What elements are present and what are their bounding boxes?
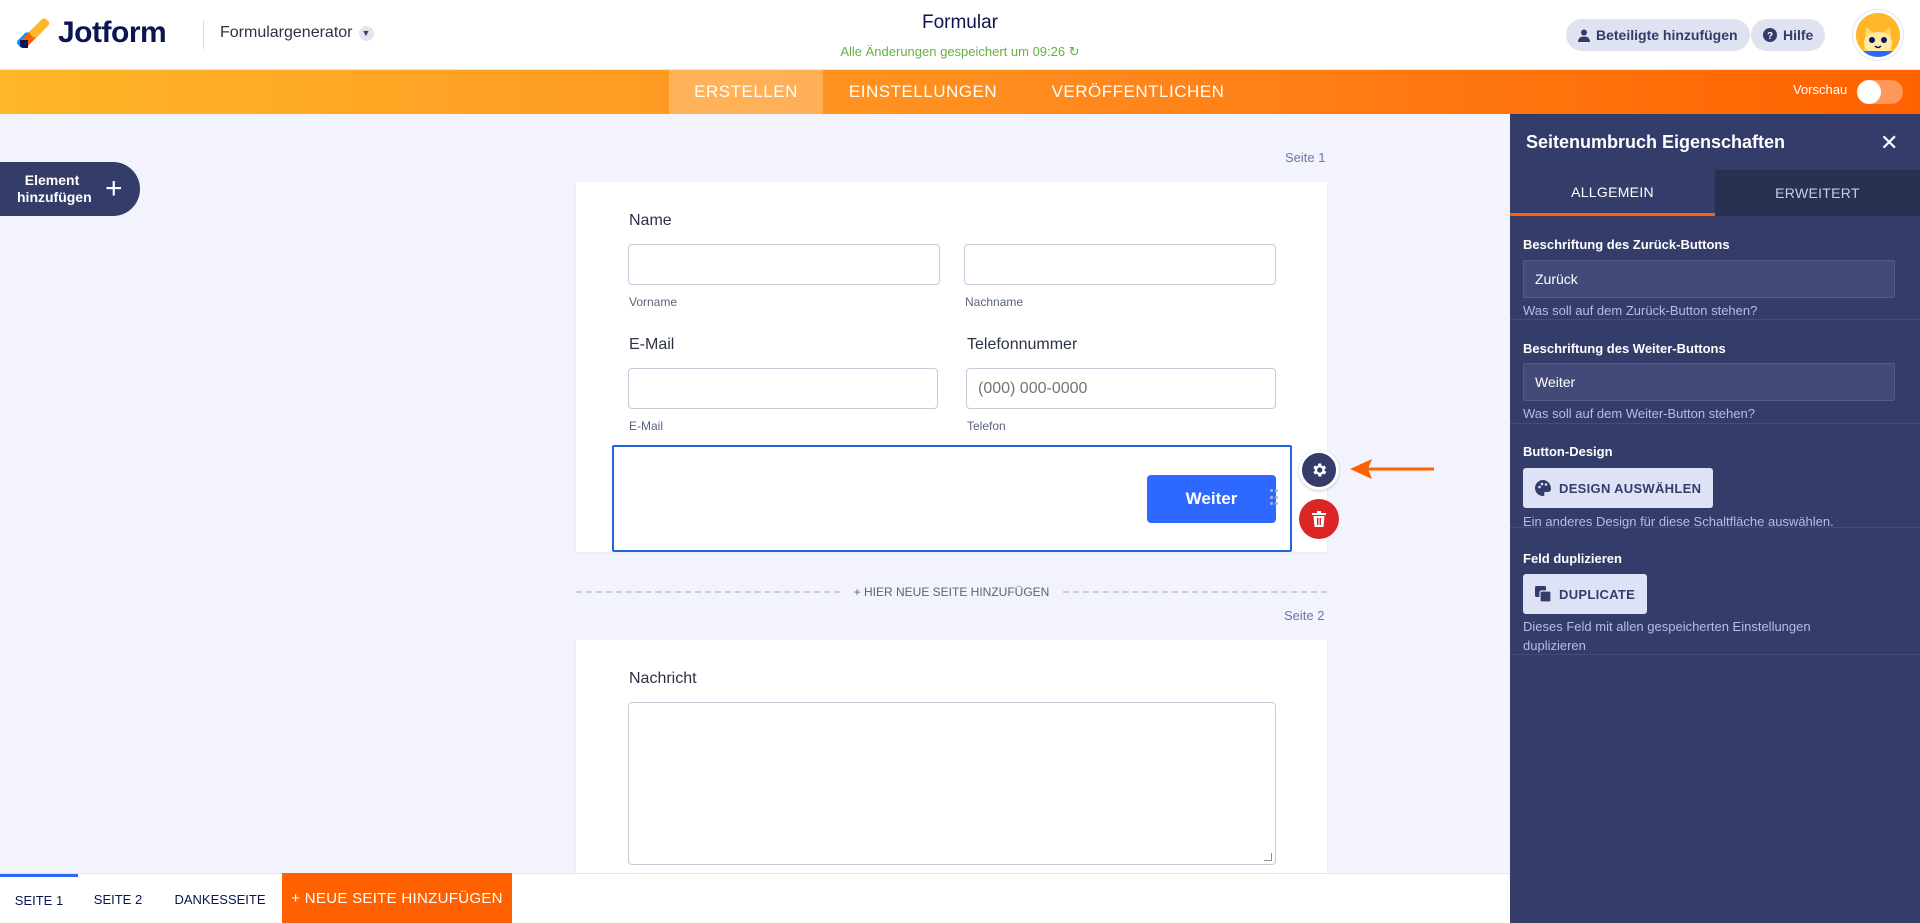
palette-icon [1535, 480, 1551, 496]
select-design-button[interactable]: DESIGN AUSWÄHLEN [1523, 468, 1714, 508]
save-status-text: Alle Änderungen gespeichert um 09:26 [840, 44, 1066, 59]
page-tab-2[interactable]: SEITE 2 [78, 874, 158, 923]
next-label-heading: Beschriftung des Weiter-Buttons [1523, 341, 1726, 356]
properties-panel: Seitenumbruch Eigenschaften ✕ ALLGEMEIN … [1510, 114, 1920, 923]
invite-label: Beteiligte hinzufügen [1596, 27, 1738, 43]
first-name-input[interactable] [628, 244, 940, 285]
gear-icon [1313, 463, 1327, 477]
name-label: Name [629, 212, 672, 229]
delete-field-button[interactable] [1299, 499, 1339, 539]
preview-toggle[interactable] [1857, 80, 1903, 104]
resize-handle-icon[interactable] [1264, 853, 1272, 861]
svg-text:?: ? [1767, 31, 1773, 42]
duplicate-button[interactable]: DUPLICATE [1523, 574, 1648, 614]
plus-icon: + [105, 172, 123, 205]
add-element-button[interactable]: Element hinzufügen + [0, 162, 140, 216]
button-design-section: Button-Design DESIGN AUSWÄHLEN Ein ander… [1510, 424, 1920, 529]
last-name-input[interactable] [964, 244, 1276, 285]
last-name-sublabel: Nachname [965, 295, 1024, 309]
tab-settings[interactable]: EINSTELLUNGEN [823, 70, 1023, 114]
toggle-knob [1857, 80, 1881, 104]
back-label-heading: Beschriftung des Zurück-Buttons [1523, 237, 1730, 252]
refresh-icon: ↻ [1068, 44, 1080, 59]
email-label: E-Mail [629, 336, 675, 353]
pages-bar: SEITE 1 SEITE 2 DANKESSEITE [0, 873, 1510, 923]
help-button[interactable]: ? Hilfe [1751, 19, 1826, 51]
email-sublabel: E-Mail [629, 419, 664, 433]
preview-label: Vorschau [1793, 82, 1848, 97]
copy-icon [1535, 586, 1551, 602]
page-1-label: Seite 1 [1285, 150, 1326, 165]
add-page-divider[interactable]: + HIER NEUE SEITE HINZUFÜGEN [576, 584, 1327, 600]
next-label-help: Was soll auf dem Weiter-Button stehen? [1523, 406, 1755, 421]
trash-icon [1312, 511, 1326, 527]
user-avatar[interactable] [1853, 10, 1903, 60]
duplicate-label: DUPLICATE [1559, 586, 1636, 602]
page-tab-thankyou[interactable]: DANKESSEITE [158, 874, 282, 923]
page-2-label: Seite 2 [1284, 608, 1325, 623]
page-tab-1[interactable]: SEITE 1 [0, 874, 78, 923]
user-icon [1578, 29, 1590, 42]
avatar-cat-icon [1856, 13, 1900, 57]
builder-nav-bar: ERSTELLEN EINSTELLUNGEN VERÖFFENTLICHEN … [0, 70, 1920, 114]
phone-sublabel: Telefon [967, 419, 1006, 433]
invite-collaborators-button[interactable]: Beteiligte hinzufügen [1566, 19, 1750, 51]
message-label: Nachricht [629, 670, 697, 687]
next-label-input[interactable] [1523, 363, 1895, 401]
message-textarea[interactable] [628, 702, 1276, 865]
back-label-help: Was soll auf dem Zurück-Button stehen? [1523, 303, 1758, 318]
phone-input[interactable] [966, 368, 1276, 409]
help-label: Hilfe [1783, 27, 1814, 43]
first-name-sublabel: Vorname [629, 295, 678, 309]
app-header: Jotform Formulargenerator ▼ Formular All… [0, 0, 1920, 70]
tab-advanced[interactable]: ERWEITERT [1715, 170, 1920, 216]
tab-build[interactable]: ERSTELLEN [669, 70, 823, 114]
drag-handle-icon[interactable] [1270, 489, 1278, 507]
duplicate-heading: Feld duplizieren [1523, 551, 1622, 566]
back-label-input[interactable] [1523, 260, 1895, 298]
phone-label: Telefonnummer [967, 336, 1078, 353]
help-icon: ? [1763, 28, 1777, 42]
add-page-divider-text: + HIER NEUE SEITE HINZUFÜGEN [853, 585, 1050, 599]
next-label-section: Beschriftung des Weiter-Buttons Was soll… [1510, 320, 1920, 424]
pointer-arrow-icon [1350, 459, 1434, 479]
add-element-label: Element hinzufügen [17, 172, 92, 205]
back-label-section: Beschriftung des Zurück-Buttons Was soll… [1510, 216, 1920, 320]
field-properties-button[interactable] [1299, 450, 1339, 490]
add-new-page-button[interactable]: + NEUE SEITE HINZUFÜGEN [282, 873, 512, 923]
panel-title: Seitenumbruch Eigenschaften [1526, 132, 1786, 152]
duplicate-field-section: Feld duplizieren DUPLICATE Dieses Feld m… [1510, 528, 1920, 655]
email-input[interactable] [628, 368, 938, 409]
tab-publish[interactable]: VERÖFFENTLICHEN [1023, 70, 1253, 114]
duplicate-help: Dieses Feld mit allen gespeicherten Eins… [1523, 619, 1811, 653]
panel-tabs: ALLGEMEIN ERWEITERT [1510, 170, 1920, 216]
tab-general[interactable]: ALLGEMEIN [1510, 170, 1715, 216]
close-icon[interactable]: ✕ [1880, 130, 1898, 156]
button-design-heading: Button-Design [1523, 444, 1613, 459]
select-design-label: DESIGN AUSWÄHLEN [1559, 480, 1702, 496]
next-button[interactable]: Weiter [1147, 475, 1276, 523]
